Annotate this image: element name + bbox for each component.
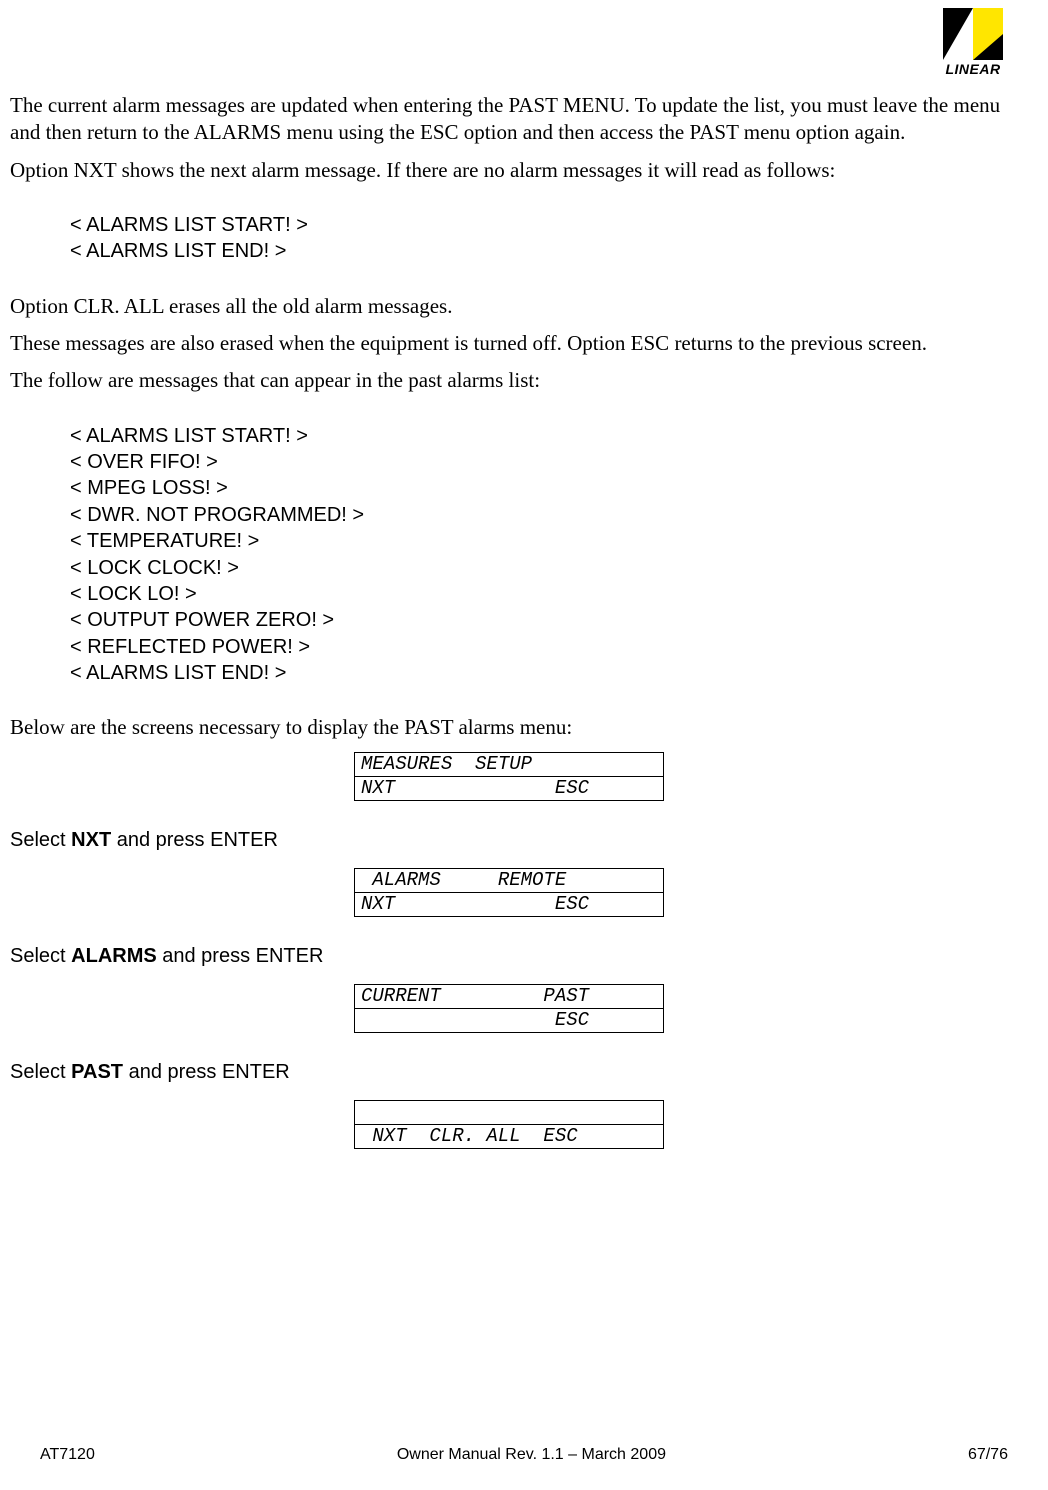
- paragraph: Option NXT shows the next alarm message.…: [10, 157, 1008, 184]
- logo-mark: [943, 8, 1003, 60]
- instruction: Select ALARMS and press ENTER: [10, 945, 1008, 968]
- paragraph: The follow are messages that can appear …: [10, 367, 1008, 394]
- alarm-line: < DWR. NOT PROGRAMMED! >: [70, 502, 1008, 528]
- paragraph: These messages are also erased when the …: [10, 330, 1008, 357]
- alarm-line: < TEMPERATURE! >: [70, 528, 1008, 554]
- message-block-full: < ALARMS LIST START! > < OVER FIFO! > < …: [70, 423, 1008, 687]
- paragraph: Option CLR. ALL erases all the old alarm…: [10, 293, 1008, 320]
- alarm-line: < OVER FIFO! >: [70, 449, 1008, 475]
- message-block-empty: < ALARMS LIST START! > < ALARMS LIST END…: [70, 212, 1008, 265]
- lcd-screen-4: NXT CLR. ALL ESC: [354, 1100, 664, 1149]
- alarm-line: < ALARMS LIST END! >: [70, 660, 1008, 686]
- alarm-line: < LOCK LO! >: [70, 581, 1008, 607]
- logo-text: LINEAR: [938, 61, 1008, 77]
- lcd-row: ALARMS REMOTE: [355, 868, 664, 892]
- lcd-row: NXT ESC: [355, 892, 664, 916]
- paragraph: The current alarm messages are updated w…: [10, 92, 1008, 147]
- lcd-row: NXT CLR. ALL ESC: [355, 1124, 664, 1148]
- instruction: Select PAST and press ENTER: [10, 1061, 1008, 1084]
- brand-logo: LINEAR: [938, 8, 1008, 78]
- footer-right: 67/76: [968, 1446, 1008, 1464]
- alarm-line: < REFLECTED POWER! >: [70, 634, 1008, 660]
- instruction: Select NXT and press ENTER: [10, 829, 1008, 852]
- alarm-line: < ALARMS LIST END! >: [70, 238, 1008, 264]
- lcd-row: MEASURES SETUP: [355, 752, 664, 776]
- lcd-row: [355, 1100, 664, 1124]
- alarm-line: < MPEG LOSS! >: [70, 475, 1008, 501]
- paragraph: Below are the screens necessary to displ…: [10, 714, 1008, 741]
- alarm-line: < LOCK CLOCK! >: [70, 555, 1008, 581]
- alarm-line: < ALARMS LIST START! >: [70, 423, 1008, 449]
- footer-left: AT7120: [40, 1446, 95, 1464]
- lcd-screen-3: CURRENT PAST ESC: [354, 984, 664, 1033]
- alarm-line: < OUTPUT POWER ZERO! >: [70, 607, 1008, 633]
- lcd-row: ESC: [355, 1008, 664, 1032]
- lcd-row: NXT ESC: [355, 776, 664, 800]
- page-footer: AT7120 Owner Manual Rev. 1.1 – March 200…: [40, 1446, 1008, 1464]
- lcd-row: CURRENT PAST: [355, 984, 664, 1008]
- lcd-screen-1: MEASURES SETUP NXT ESC: [354, 752, 664, 801]
- footer-center: Owner Manual Rev. 1.1 – March 2009: [397, 1446, 666, 1464]
- alarm-line: < ALARMS LIST START! >: [70, 212, 1008, 238]
- lcd-screen-2: ALARMS REMOTE NXT ESC: [354, 868, 664, 917]
